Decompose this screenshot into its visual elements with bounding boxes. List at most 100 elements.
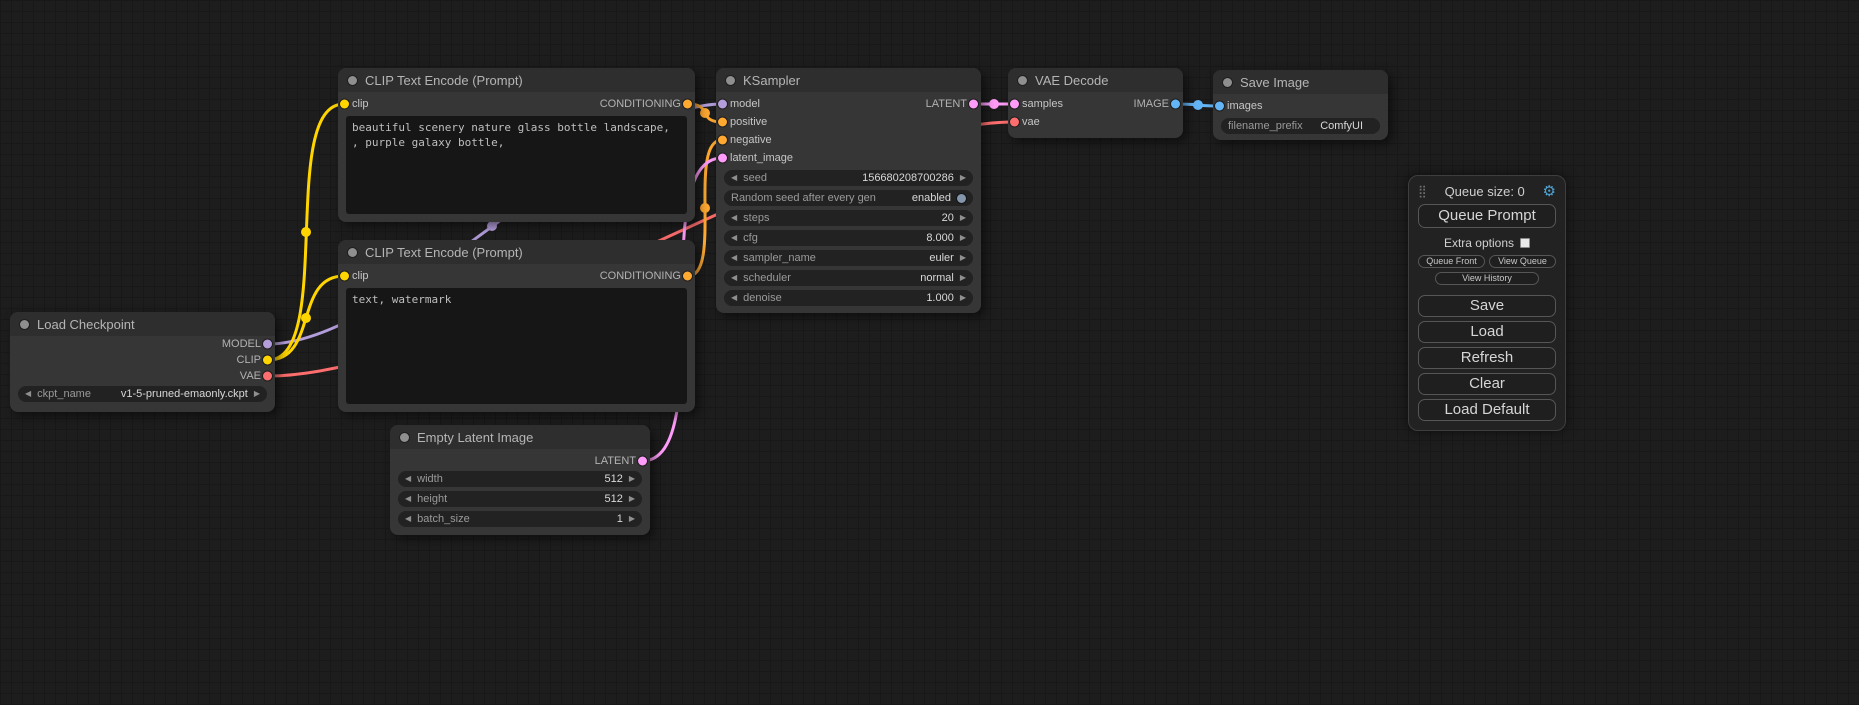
clear-button[interactable]: Clear <box>1418 373 1556 395</box>
collapse-toggle-icon[interactable] <box>400 433 409 442</box>
increment-arrow-icon[interactable]: ▶ <box>254 390 260 398</box>
output-port-vae[interactable] <box>263 372 272 381</box>
output-port-model[interactable] <box>263 340 272 349</box>
gear-icon[interactable]: ⚙ <box>1543 184 1556 199</box>
input-slot-latent-image: latent_image <box>716 150 981 166</box>
toggle-state-icon[interactable] <box>957 194 966 203</box>
input-port-samples[interactable] <box>1010 100 1019 109</box>
decrement-arrow-icon[interactable]: ◀ <box>731 274 737 282</box>
increment-arrow-icon[interactable]: ▶ <box>960 214 966 222</box>
widget-width[interactable]: ◀ width 512 ▶ <box>398 471 642 487</box>
output-port-latent[interactable] <box>638 457 647 466</box>
node-title-bar[interactable]: CLIP Text Encode (Prompt) <box>338 240 695 264</box>
prompt-textarea[interactable]: beautiful scenery nature glass bottle la… <box>346 116 687 214</box>
output-port-conditioning[interactable] <box>683 100 692 109</box>
node-title-bar[interactable]: Save Image <box>1213 70 1388 94</box>
widget-cfg[interactable]: ◀ cfg 8.000 ▶ <box>724 230 973 246</box>
decrement-arrow-icon[interactable]: ◀ <box>731 214 737 222</box>
drag-handle-icon[interactable]: ⣿ <box>1418 185 1427 197</box>
widget-random-seed-toggle[interactable]: Random seed after every gen enabled <box>724 190 973 206</box>
decrement-arrow-icon[interactable]: ◀ <box>731 254 737 262</box>
queue-prompt-button[interactable]: Queue Prompt <box>1418 204 1556 228</box>
input-port-vae[interactable] <box>1010 118 1019 127</box>
input-label: clip <box>352 270 369 282</box>
increment-arrow-icon[interactable]: ▶ <box>960 234 966 242</box>
decrement-arrow-icon[interactable]: ◀ <box>731 234 737 242</box>
decrement-arrow-icon[interactable]: ◀ <box>405 495 411 503</box>
widget-value: 512 <box>604 493 622 505</box>
decrement-arrow-icon[interactable]: ◀ <box>25 390 31 398</box>
node-save-image: Save Image images filename_prefix ComfyU… <box>1213 70 1388 140</box>
input-port-clip[interactable] <box>340 100 349 109</box>
node-title-bar[interactable]: Empty Latent Image <box>390 425 650 449</box>
decrement-arrow-icon[interactable]: ◀ <box>405 515 411 523</box>
view-history-button[interactable]: View History <box>1435 272 1540 285</box>
node-title-bar[interactable]: CLIP Text Encode (Prompt) <box>338 68 695 92</box>
widget-value: euler <box>929 252 953 264</box>
output-label: VAE <box>240 370 261 382</box>
input-label: latent_image <box>730 152 793 164</box>
increment-arrow-icon[interactable]: ▶ <box>960 274 966 282</box>
widget-ckpt-name[interactable]: ◀ ckpt_name v1-5-pruned-emaonly.ckpt ▶ <box>18 386 267 402</box>
increment-arrow-icon[interactable]: ▶ <box>629 495 635 503</box>
input-port-images[interactable] <box>1215 102 1224 111</box>
node-title: Load Checkpoint <box>37 317 135 332</box>
widget-label: steps <box>743 212 769 224</box>
load-default-button[interactable]: Load Default <box>1418 399 1556 421</box>
increment-arrow-icon[interactable]: ▶ <box>629 515 635 523</box>
input-port-clip[interactable] <box>340 272 349 281</box>
widget-denoise[interactable]: ◀ denoise 1.000 ▶ <box>724 290 973 306</box>
widget-filename-prefix[interactable]: filename_prefix ComfyUI <box>1221 118 1380 134</box>
increment-arrow-icon[interactable]: ▶ <box>629 475 635 483</box>
widget-steps[interactable]: ◀ steps 20 ▶ <box>724 210 973 226</box>
node-title-bar[interactable]: KSampler <box>716 68 981 92</box>
extra-options-row: Extra options <box>1418 236 1556 249</box>
output-label: LATENT <box>926 98 967 110</box>
node-title-bar[interactable]: VAE Decode <box>1008 68 1183 92</box>
graph-canvas[interactable]: Load Checkpoint MODEL CLIP VAE ◀ ckpt_na… <box>0 0 1859 705</box>
input-port-positive[interactable] <box>718 118 727 127</box>
decrement-arrow-icon[interactable]: ◀ <box>731 174 737 182</box>
menu-header: ⣿ Queue size: 0 ⚙ <box>1418 182 1556 200</box>
slot-row-samples-image: samples IMAGE <box>1008 96 1183 112</box>
input-port-model[interactable] <box>718 100 727 109</box>
widget-batch-size[interactable]: ◀ batch_size 1 ▶ <box>398 511 642 527</box>
increment-arrow-icon[interactable]: ▶ <box>960 254 966 262</box>
collapse-toggle-icon[interactable] <box>20 320 29 329</box>
output-slot-clip: CLIP <box>10 352 275 368</box>
decrement-arrow-icon[interactable]: ◀ <box>731 294 737 302</box>
input-port-latent-image[interactable] <box>718 154 727 163</box>
wire-midpoint-dot <box>700 203 710 213</box>
widget-value: normal <box>920 272 954 284</box>
output-slot-model: MODEL <box>10 336 275 352</box>
refresh-button[interactable]: Refresh <box>1418 347 1556 369</box>
save-button[interactable]: Save <box>1418 295 1556 317</box>
widget-seed[interactable]: ◀ seed 156680208700286 ▶ <box>724 170 973 186</box>
wire-midpoint-dot <box>301 313 311 323</box>
increment-arrow-icon[interactable]: ▶ <box>960 294 966 302</box>
collapse-toggle-icon[interactable] <box>1018 76 1027 85</box>
collapse-toggle-icon[interactable] <box>726 76 735 85</box>
widget-sampler-name[interactable]: ◀ sampler_name euler ▶ <box>724 250 973 266</box>
extra-options-checkbox[interactable] <box>1520 238 1530 248</box>
view-queue-button[interactable]: View Queue <box>1489 255 1556 268</box>
node-clip-text-encode-negative: CLIP Text Encode (Prompt) clip CONDITION… <box>338 240 695 412</box>
decrement-arrow-icon[interactable]: ◀ <box>405 475 411 483</box>
collapse-toggle-icon[interactable] <box>348 76 357 85</box>
widget-scheduler[interactable]: ◀ scheduler normal ▶ <box>724 270 973 286</box>
queue-front-button[interactable]: Queue Front <box>1418 255 1485 268</box>
output-port-latent[interactable] <box>969 100 978 109</box>
node-title-bar[interactable]: Load Checkpoint <box>10 312 275 336</box>
output-port-clip[interactable] <box>263 356 272 365</box>
increment-arrow-icon[interactable]: ▶ <box>960 174 966 182</box>
prompt-textarea[interactable]: text, watermark <box>346 288 687 404</box>
output-port-image[interactable] <box>1171 100 1180 109</box>
widget-height[interactable]: ◀ height 512 ▶ <box>398 491 642 507</box>
widget-value: 512 <box>604 473 622 485</box>
output-port-conditioning[interactable] <box>683 272 692 281</box>
input-label: samples <box>1022 98 1063 110</box>
collapse-toggle-icon[interactable] <box>348 248 357 257</box>
collapse-toggle-icon[interactable] <box>1223 78 1232 87</box>
input-port-negative[interactable] <box>718 136 727 145</box>
load-button[interactable]: Load <box>1418 321 1556 343</box>
